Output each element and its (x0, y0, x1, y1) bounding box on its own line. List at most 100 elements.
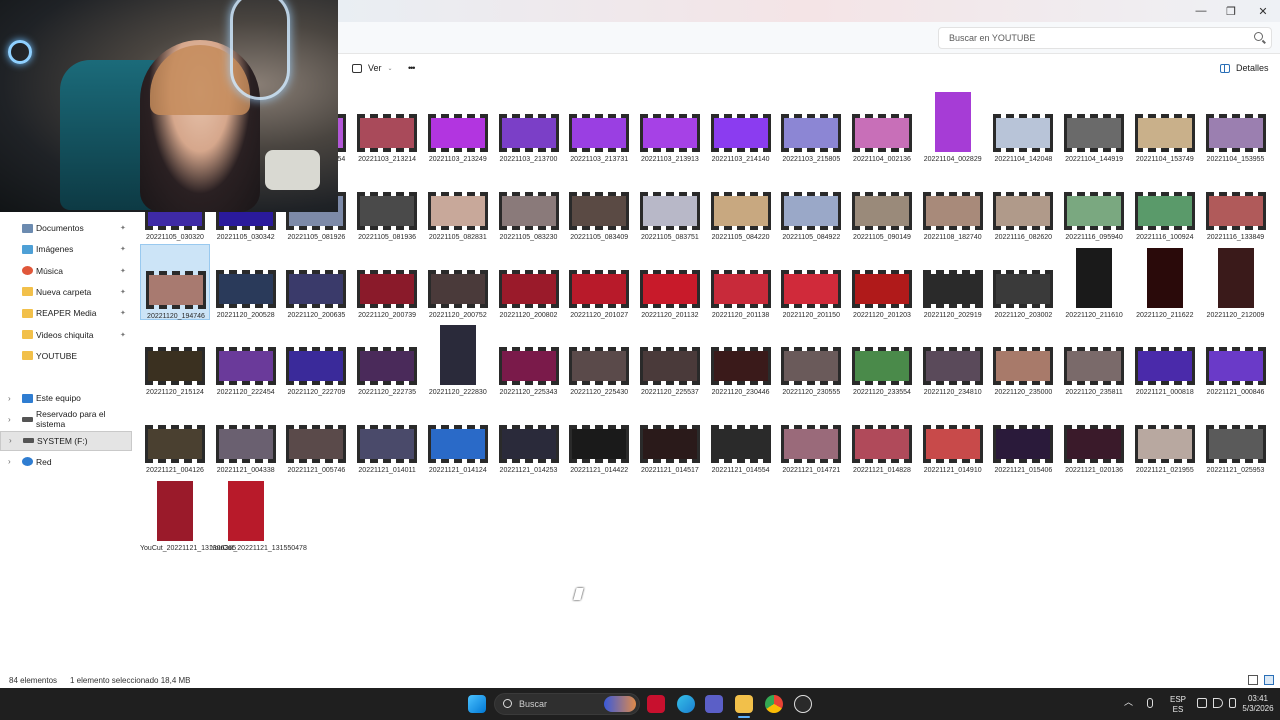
file-item[interactable]: 20221120_225537 (635, 321, 705, 397)
file-item[interactable]: 20221121_025953 (1201, 399, 1271, 475)
chevron-right-icon[interactable]: › (9, 436, 12, 445)
clock[interactable]: 03:41 5/3/2026 (1238, 694, 1278, 714)
file-item[interactable]: 20221120_201203 (847, 244, 917, 320)
file-item[interactable]: 20221120_200752 (423, 244, 493, 320)
sidebar-item[interactable]: Nueva carpeta ✦ (0, 282, 132, 302)
search-icon[interactable] (1254, 32, 1263, 41)
file-item[interactable]: 20221116_095940 (1059, 166, 1129, 242)
start-button-icon[interactable] (468, 695, 486, 713)
file-item[interactable]: 20221120_235000 (988, 321, 1058, 397)
file-item[interactable]: 20221105_083409 (564, 166, 634, 242)
sidebar-item[interactable]: Música ✦ (0, 261, 132, 281)
details-button[interactable]: Detalles (1220, 63, 1269, 73)
chrome-icon[interactable] (765, 695, 783, 713)
file-item[interactable]: 20221120_201027 (564, 244, 634, 320)
file-item[interactable]: YouCut_20221121_131306365 (140, 477, 236, 553)
sidebar-tree-item[interactable]: › Este equipo (0, 388, 132, 408)
more-options-button[interactable]: ••• (408, 63, 416, 73)
file-item[interactable]: 20221121_021955 (1130, 399, 1200, 475)
network-icon[interactable] (1197, 698, 1207, 708)
file-item[interactable]: 20221121_004338 (211, 399, 281, 475)
file-item[interactable]: 20221120_230446 (706, 321, 776, 397)
large-icons-view-icon[interactable] (1264, 675, 1274, 685)
minimize-button[interactable]: — (1186, 0, 1216, 22)
sidebar-tree-item[interactable]: › SYSTEM (F:) (0, 430, 132, 451)
file-explorer-icon[interactable] (735, 695, 753, 713)
file-item[interactable]: 20221103_214140 (706, 88, 776, 164)
file-item[interactable]: 20221120_222735 (352, 321, 422, 397)
file-item[interactable]: 20221105_084922 (776, 166, 846, 242)
chevron-right-icon[interactable]: › (8, 394, 11, 403)
taskbar-search[interactable]: Buscar (494, 693, 640, 715)
file-item[interactable]: 20221121_014253 (494, 399, 564, 475)
file-item[interactable]: 20221120_200635 (281, 244, 351, 320)
file-item[interactable]: 20221121_014422 (564, 399, 634, 475)
file-item[interactable]: 20221116_133849 (1201, 166, 1271, 242)
file-item[interactable]: 20221103_213214 (352, 88, 422, 164)
sidebar-item[interactable]: REAPER Media ✦ (0, 303, 132, 323)
file-item[interactable]: 20221105_090149 (847, 166, 917, 242)
file-item[interactable]: 20221120_234810 (918, 321, 988, 397)
file-item[interactable]: 20221121_014124 (423, 399, 493, 475)
file-item[interactable]: 20221120_222830 (423, 321, 493, 397)
view-button[interactable]: Ver ⌄ (352, 63, 393, 73)
file-item[interactable]: 20221121_005746 (281, 399, 351, 475)
sidebar-item[interactable]: YOUTUBE (0, 346, 132, 366)
details-view-icon[interactable] (1248, 675, 1258, 685)
chevron-right-icon[interactable]: › (8, 457, 11, 466)
file-item[interactable]: 20221120_201150 (776, 244, 846, 320)
file-item[interactable]: 20221120_235811 (1059, 321, 1129, 397)
chevron-right-icon[interactable]: › (8, 415, 11, 424)
file-item[interactable]: 20221104_142048 (988, 88, 1058, 164)
file-item[interactable]: 20221104_144919 (1059, 88, 1129, 164)
file-item[interactable]: 20221108_182740 (918, 166, 988, 242)
file-item[interactable]: 20221121_000846 (1201, 321, 1271, 397)
file-item[interactable]: 20221104_153749 (1130, 88, 1200, 164)
chevron-up-icon[interactable]: ︿ (1124, 697, 1133, 707)
file-item[interactable]: 20221105_083751 (635, 166, 705, 242)
file-item[interactable]: 20221103_213913 (635, 88, 705, 164)
file-item[interactable]: 20221104_153955 (1201, 88, 1271, 164)
file-item[interactable]: 20221104_002136 (847, 88, 917, 164)
file-item[interactable]: 20221120_211610 (1059, 244, 1129, 320)
sidebar-item[interactable]: Imágenes ✦ (0, 239, 132, 259)
file-item[interactable]: 20221120_225430 (564, 321, 634, 397)
file-item[interactable]: 20221121_020136 (1059, 399, 1129, 475)
teams-icon[interactable] (705, 695, 723, 713)
file-item[interactable]: 20221121_004126 (140, 399, 210, 475)
maximize-button[interactable]: ❐ (1216, 0, 1246, 22)
sidebar-item[interactable]: Videos chiquita ✦ (0, 325, 132, 345)
file-item[interactable]: 20221105_084220 (706, 166, 776, 242)
file-item[interactable]: 20221105_082831 (423, 166, 493, 242)
file-item[interactable]: 20221121_014517 (635, 399, 705, 475)
file-item[interactable]: 20221121_014721 (776, 399, 846, 475)
file-item[interactable]: 20221121_000818 (1130, 321, 1200, 397)
file-item[interactable]: 20221121_014910 (918, 399, 988, 475)
file-item[interactable]: 20221120_222709 (281, 321, 351, 397)
file-item[interactable]: 20221120_194746 (140, 243, 210, 320)
file-item[interactable]: 20221121_014554 (706, 399, 776, 475)
volume-icon[interactable] (1213, 698, 1223, 708)
microphone-icon[interactable] (1147, 698, 1153, 708)
file-item[interactable]: 20221120_225343 (494, 321, 564, 397)
file-item[interactable]: 20221120_222454 (211, 321, 281, 397)
file-item[interactable]: 20221105_083230 (494, 166, 564, 242)
file-item[interactable]: 20221120_203002 (988, 244, 1058, 320)
file-item[interactable]: 20221120_212009 (1201, 244, 1271, 320)
file-item[interactable]: 20221103_215805 (776, 88, 846, 164)
acrobat-icon[interactable] (647, 695, 665, 713)
file-item[interactable]: 20221116_100924 (1130, 166, 1200, 242)
file-item[interactable]: 20221116_082620 (988, 166, 1058, 242)
file-item[interactable]: 20221121_015406 (988, 399, 1058, 475)
language-indicator[interactable]: ESP ES (1166, 695, 1190, 715)
file-item[interactable]: 20221120_201132 (635, 244, 705, 320)
file-item[interactable]: 20221120_200528 (211, 244, 281, 320)
file-item[interactable]: 20221104_002829 (918, 88, 988, 164)
file-item[interactable]: 20221120_215124 (140, 321, 210, 397)
file-item[interactable]: 20221103_213249 (423, 88, 493, 164)
file-item[interactable]: 20221120_233554 (847, 321, 917, 397)
file-item[interactable]: 20221120_200802 (494, 244, 564, 320)
close-button[interactable]: ✕ (1248, 0, 1278, 22)
file-item[interactable]: 20221120_202919 (918, 244, 988, 320)
file-item[interactable]: YouCut_20221121_131550478 (211, 477, 307, 553)
